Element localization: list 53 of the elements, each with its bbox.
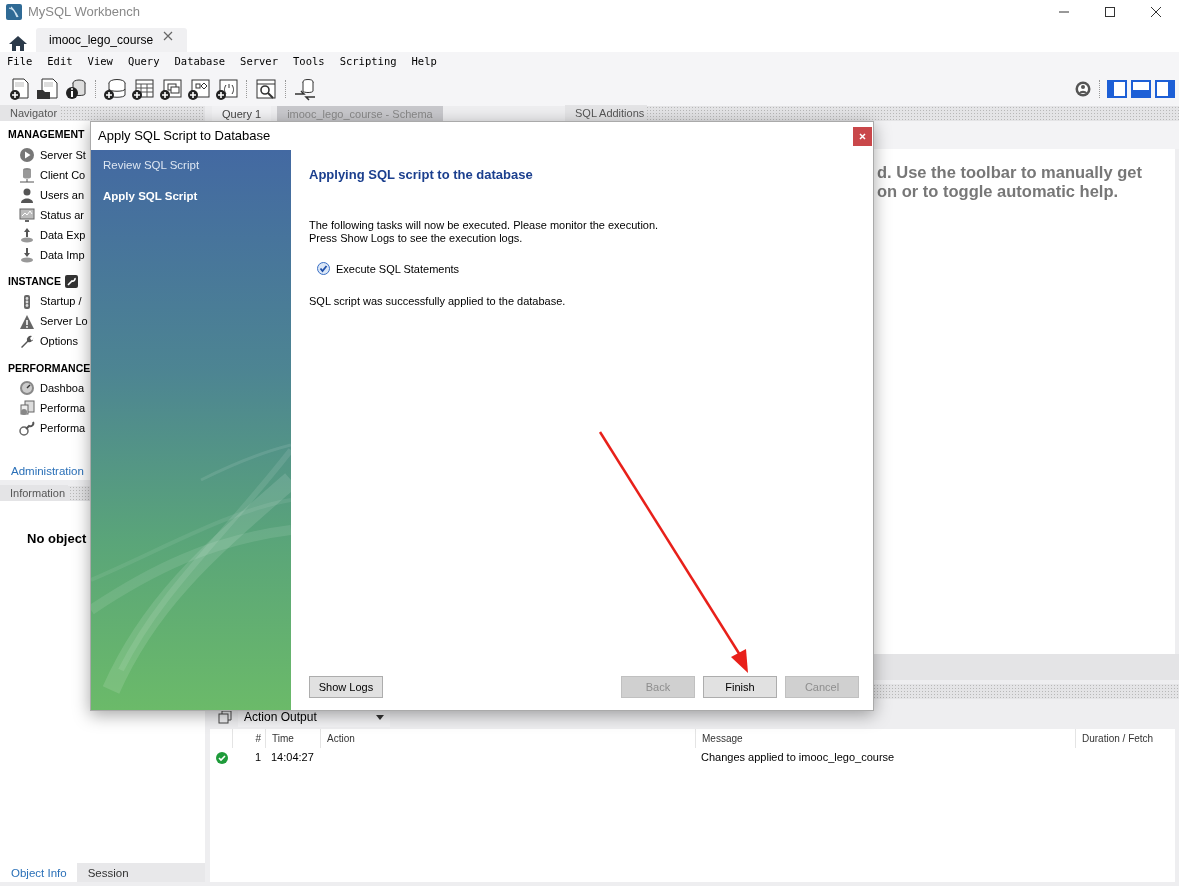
table-cell-text: 14:04:27 bbox=[271, 750, 314, 766]
navigator-item[interactable]: Server Lo bbox=[40, 313, 88, 330]
column-header: # bbox=[232, 729, 265, 748]
navigator-item[interactable]: Data Exp bbox=[40, 226, 86, 243]
navigator-item[interactable]: Client Co bbox=[40, 166, 86, 183]
menu-item[interactable]: Edit bbox=[42, 54, 78, 70]
menu-item[interactable]: View bbox=[82, 54, 118, 70]
section-title: MANAGEMENT bbox=[8, 127, 85, 142]
dialog-button[interactable]: Show Logs bbox=[309, 676, 383, 698]
column-header: Action bbox=[320, 729, 695, 748]
menu-item[interactable]: Scripting bbox=[334, 54, 402, 70]
navigator-item[interactable]: Data Imp bbox=[40, 246, 85, 263]
panel-title: Information bbox=[0, 485, 69, 502]
navigator-item[interactable]: Server St bbox=[40, 146, 86, 163]
menu-item[interactable]: Server bbox=[235, 54, 283, 70]
column-header: Time bbox=[265, 729, 320, 748]
window-title: MySQL Workbench bbox=[28, 3, 140, 22]
dialog-button[interactable]: Finish bbox=[703, 676, 777, 698]
section-title: INSTANCE bbox=[8, 273, 61, 289]
column-header: Message bbox=[695, 729, 1075, 748]
menu-item[interactable]: File bbox=[2, 54, 38, 70]
info-text: No object bbox=[27, 531, 87, 546]
column-header: Duration / Fetch bbox=[1075, 729, 1175, 748]
panel-tab[interactable]: Session bbox=[76, 863, 139, 882]
navigator-item[interactable]: Startup / bbox=[40, 293, 82, 310]
task-label: Execute SQL Statements bbox=[336, 261, 460, 277]
navigator-item[interactable]: Status ar bbox=[40, 206, 85, 223]
dialog-title: Apply SQL Script to Database bbox=[98, 127, 271, 146]
navigator-item[interactable]: Dashboa bbox=[40, 380, 85, 397]
wizard-step[interactable]: Review SQL Script bbox=[103, 157, 291, 175]
table-cell-text: Changes applied to imooc_lego_course bbox=[701, 750, 895, 766]
menu-item[interactable]: Tools bbox=[288, 54, 330, 70]
page-heading: Applying SQL script to the database bbox=[309, 166, 534, 184]
menu-item[interactable]: Database bbox=[169, 54, 231, 70]
help-text: d. Use the toolbar to manually get bbox=[877, 163, 1143, 182]
menu-item[interactable]: Query bbox=[122, 54, 165, 70]
navigator-item[interactable]: Performa bbox=[40, 400, 86, 417]
editor-tab[interactable]: Query 1 bbox=[212, 106, 272, 121]
panel-tab[interactable]: Object Info bbox=[0, 863, 77, 882]
navigator-item[interactable]: Users an bbox=[40, 186, 85, 203]
menu-item[interactable]: Help bbox=[406, 54, 442, 70]
wizard-step[interactable]: Apply SQL Script bbox=[103, 188, 291, 206]
result-text: SQL script was successfully applied to the database. bbox=[309, 294, 567, 309]
help-text: on or to toggle automatic help. bbox=[877, 182, 1120, 201]
description-text: Press Show Logs to see the execution logs. bbox=[309, 231, 524, 245]
section-title: PERFORMANCE bbox=[8, 360, 91, 376]
panel-title: SQL Additions bbox=[565, 105, 648, 122]
connection-tab[interactable]: imooc_lego_course bbox=[36, 28, 188, 52]
navigator-item[interactable]: Options bbox=[40, 333, 78, 350]
description-text: The following tasks will now be executed. Please monitor the execution. bbox=[309, 218, 660, 232]
navigator-item[interactable]: Performa bbox=[40, 420, 86, 437]
table-cell-text: 1 bbox=[254, 750, 261, 766]
panel-title: Navigator bbox=[0, 105, 61, 122]
